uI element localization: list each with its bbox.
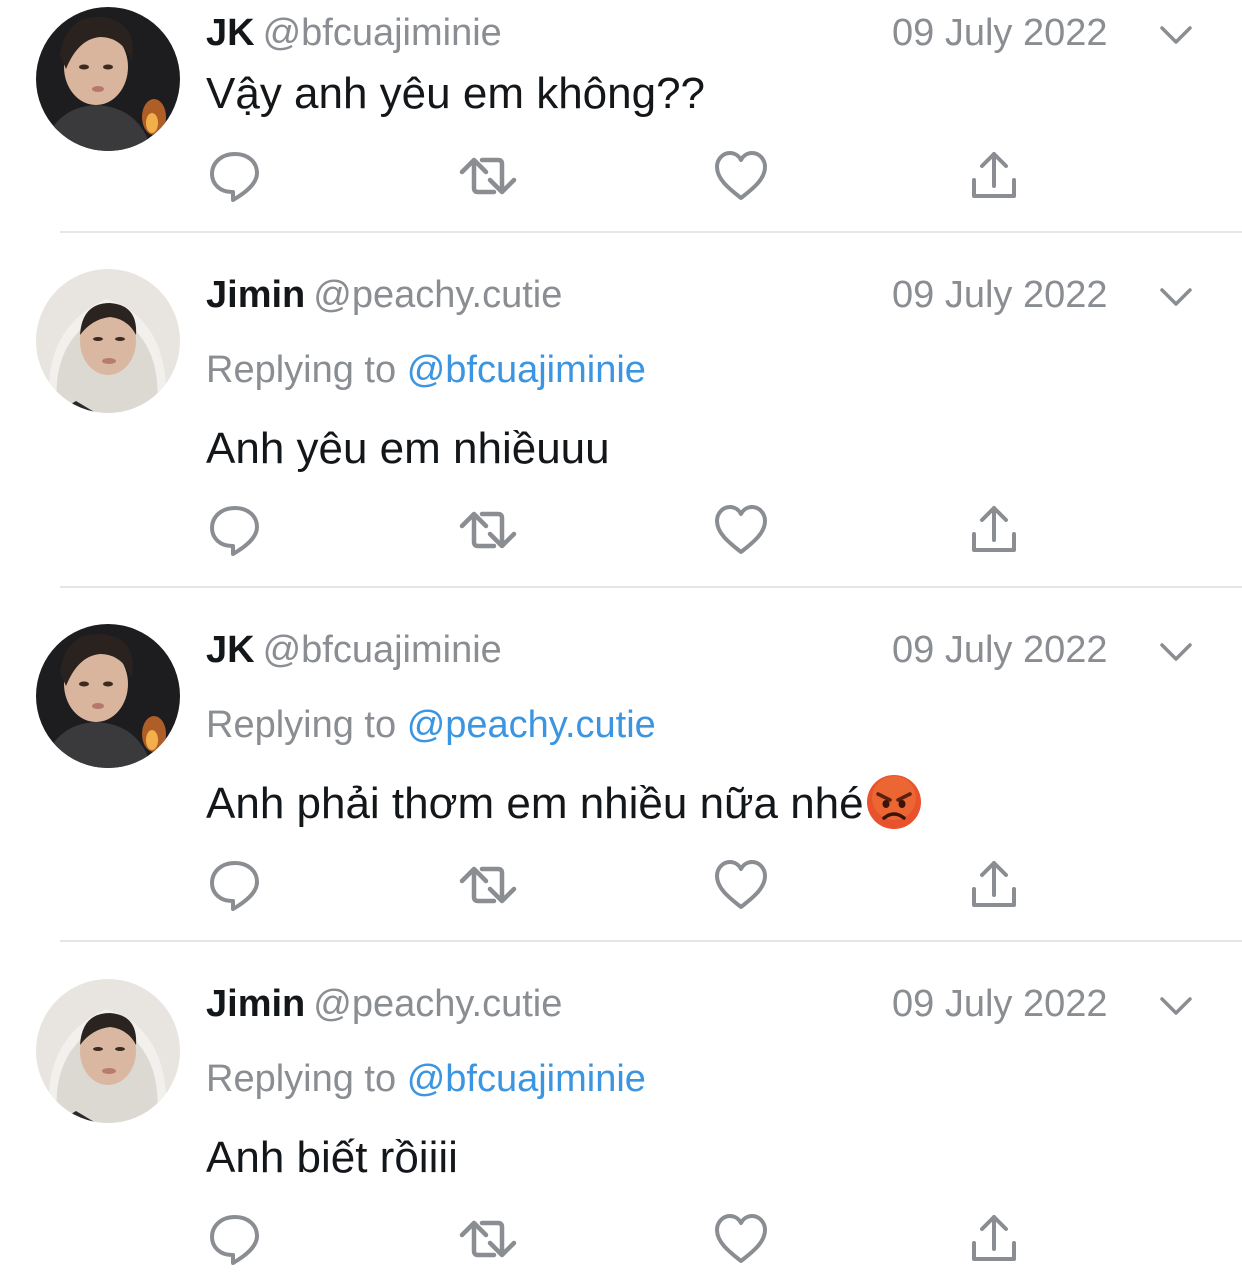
retweet-icon[interactable] [458,855,518,915]
replying-to-label: Replying to [206,349,397,391]
chevron-down-icon[interactable] [1158,637,1194,667]
avatar[interactable] [36,7,180,151]
retweet-icon[interactable] [458,1209,518,1269]
tweet-actions [0,500,1242,560]
tweet-actions [0,146,1242,206]
reply-icon[interactable] [205,855,265,915]
tweet[interactable]: Jimin @peachy.cutie 09 July 2022 Replying… [0,942,1242,1275]
tweet-header: Jimin @peachy.cutie [206,979,562,1029]
replying-to: Replying to @peachy.cutie [206,700,656,750]
user-handle[interactable]: @peachy.cutie [313,274,562,316]
replying-to-label: Replying to [206,1058,397,1100]
heart-icon[interactable] [711,855,771,915]
display-name[interactable]: Jimin [206,274,305,316]
tweet[interactable]: JK @bfcuajiminie 09 July 2022 Replying to… [0,588,1242,942]
display-name[interactable]: Jimin [206,983,305,1025]
replying-to-link[interactable]: @peachy.cutie [407,704,656,746]
display-name[interactable]: JK [206,12,255,54]
avatar[interactable] [36,624,180,768]
heart-icon[interactable] [711,146,771,206]
share-icon[interactable] [964,500,1024,560]
tweet[interactable]: JK @bfcuajiminie 09 July 2022 Vậy anh yêu… [0,0,1242,232]
reply-icon[interactable] [205,500,265,560]
tweet-header: JK @bfcuajiminie [206,625,502,675]
avatar[interactable] [36,979,180,1123]
share-icon[interactable] [964,1209,1024,1269]
display-name[interactable]: JK [206,629,255,671]
chevron-down-icon[interactable] [1158,282,1194,312]
user-handle[interactable]: @bfcuajiminie [263,12,502,54]
tweet-date: 09 July 2022 [892,983,1108,1025]
tweet-text: Anh biết rồiiii [206,1133,458,1182]
tweet-text: Vậy anh yêu em không?? [206,69,706,118]
user-handle[interactable]: @peachy.cutie [313,983,562,1025]
replying-to: Replying to @bfcuajiminie [206,1054,646,1104]
avatar[interactable] [36,269,180,413]
replying-to: Replying to @bfcuajiminie [206,345,646,395]
tweet-actions [0,1209,1242,1269]
angry-face-emoji [865,774,922,831]
share-icon[interactable] [964,855,1024,915]
share-icon[interactable] [964,146,1024,206]
replying-to-label: Replying to [206,704,397,746]
tweet-date: 09 July 2022 [892,12,1108,54]
tweet-actions [0,855,1242,915]
tweet-header: JK @bfcuajiminie [206,8,502,58]
tweet-text: Anh phải thơm em nhiều nữa nhé [206,774,922,832]
tweet-date: 09 July 2022 [892,274,1108,316]
chevron-down-icon[interactable] [1158,991,1194,1021]
tweet-text: Anh yêu em nhiềuuu [206,424,610,473]
replying-to-link[interactable]: @bfcuajiminie [407,1058,646,1100]
heart-icon[interactable] [711,1209,771,1269]
reply-icon[interactable] [205,146,265,206]
tweet-text-content: Anh phải thơm em nhiều nữa nhé [206,779,864,828]
user-handle[interactable]: @bfcuajiminie [263,629,502,671]
replying-to-link[interactable]: @bfcuajiminie [407,349,646,391]
chevron-down-icon[interactable] [1158,20,1194,50]
reply-icon[interactable] [205,1209,265,1269]
retweet-icon[interactable] [458,500,518,560]
tweet-date: 09 July 2022 [892,629,1108,671]
heart-icon[interactable] [711,500,771,560]
retweet-icon[interactable] [458,146,518,206]
tweet[interactable]: Jimin @peachy.cutie 09 July 2022 Replying… [0,233,1242,587]
tweet-header: Jimin @peachy.cutie [206,270,562,320]
